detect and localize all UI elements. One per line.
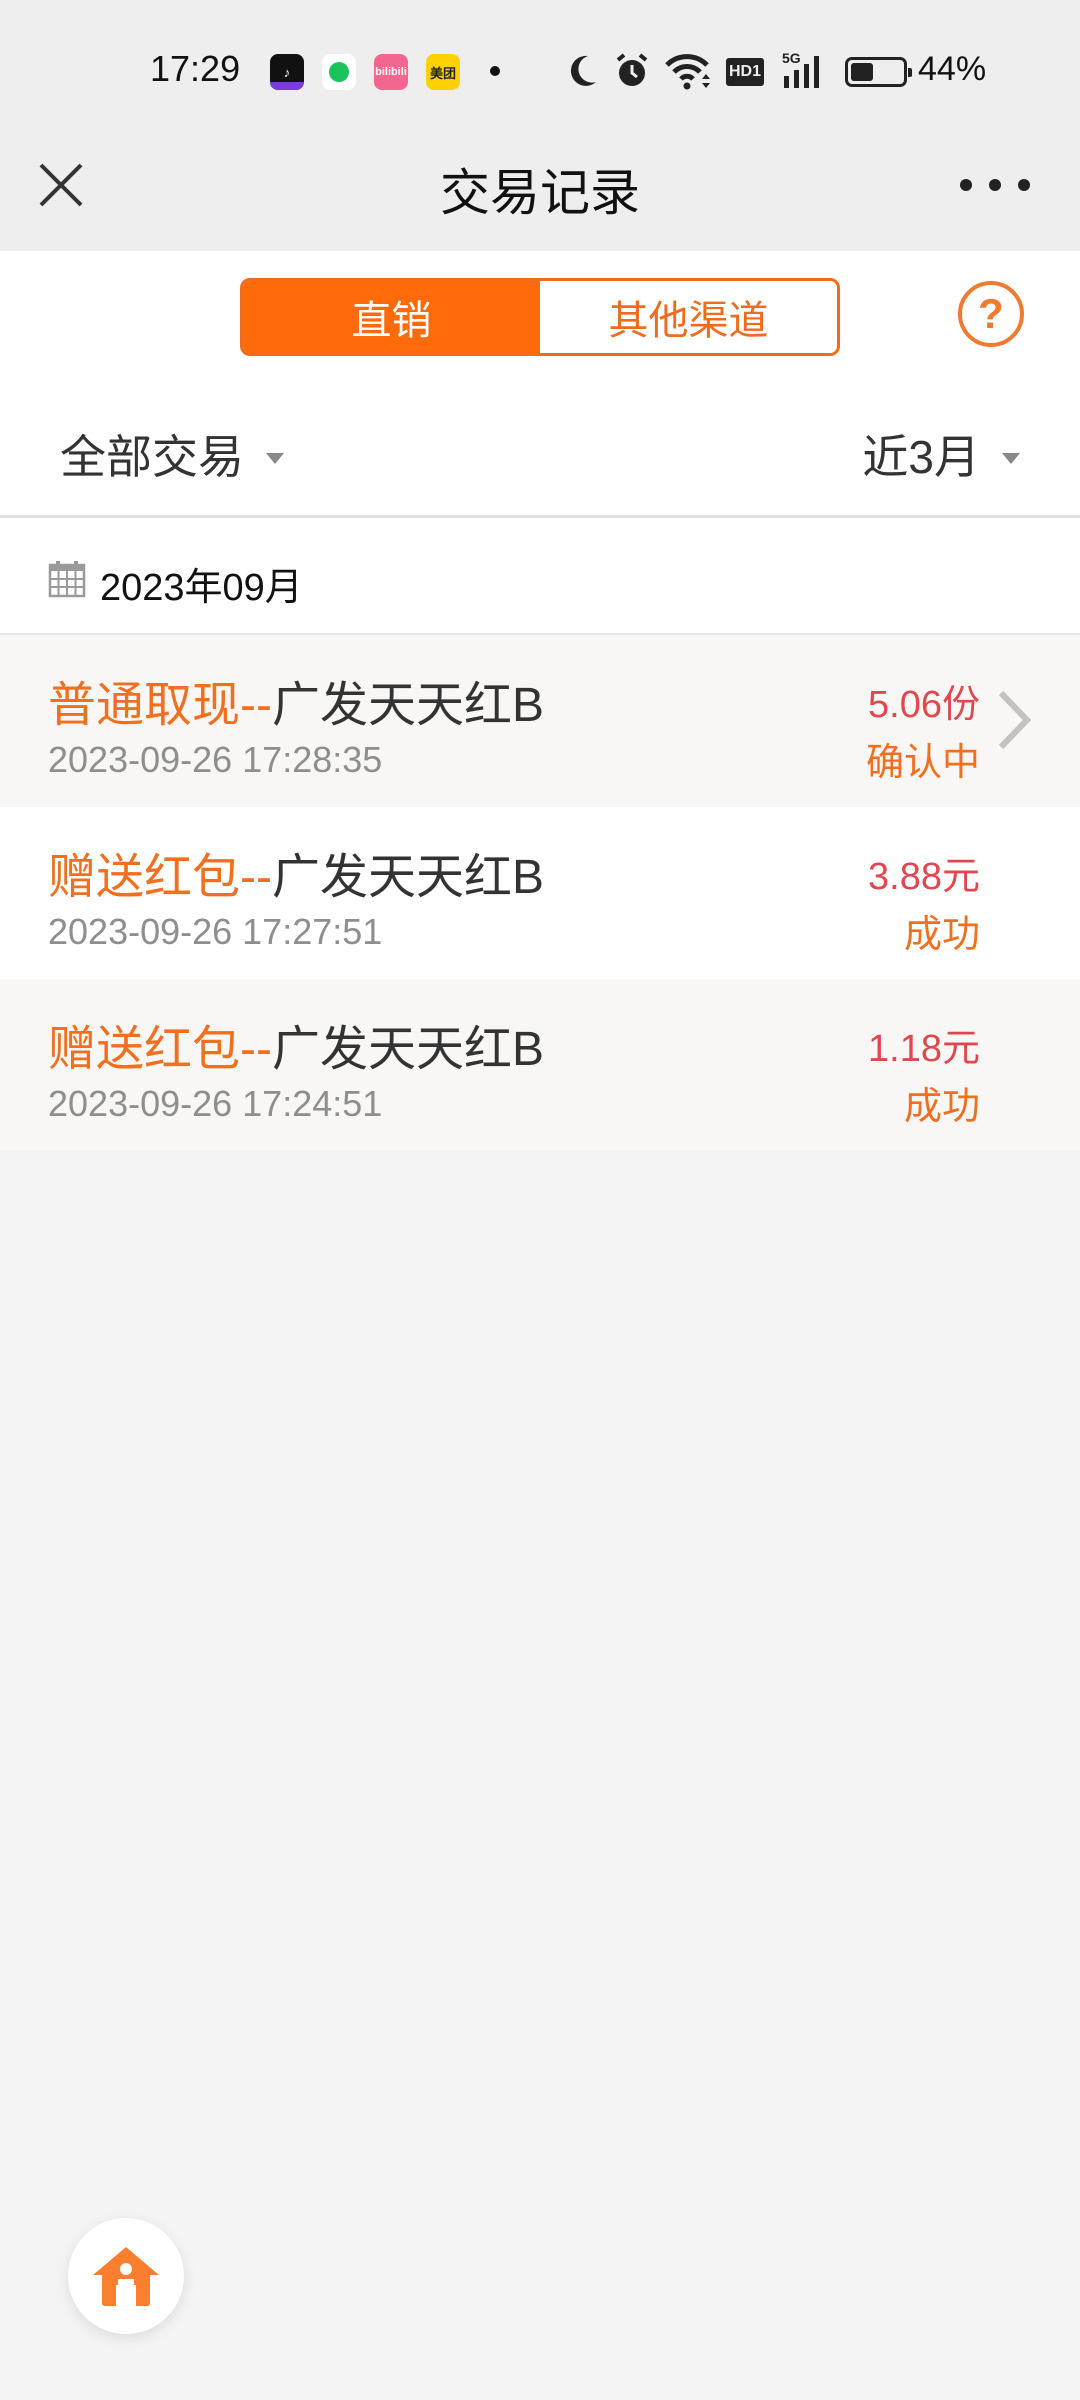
caret-down-icon [1002,452,1020,464]
fund-name: 广发天天红B [271,1023,545,1076]
home-button[interactable] [68,2218,184,2334]
do-not-disturb-moon-icon [566,52,600,90]
channel-segmented-control: 直销 其他渠道 [240,278,840,356]
transaction-time: 2023-09-26 17:24:51 [48,1083,383,1124]
transaction-row[interactable]: 赠送红包--广发天天红B 2023-09-26 17:27:51 3.88元 成… [0,807,1080,979]
help-question-icon: ? [978,290,1004,337]
fund-name: 广发天天红B [271,679,545,732]
transaction-title: 普通取现--广发天天红B [48,665,544,735]
wifi-icon [664,52,710,90]
transaction-type-label: 全部交易 [60,431,244,483]
transaction-status: 成功 [903,914,980,956]
transaction-type: 普通取现-- [48,679,272,732]
tiktok-icon: ♪ [270,54,304,90]
caret-down-icon [266,452,284,464]
transaction-amount: 5.06份 [868,684,980,726]
transaction-title: 赠送红包--广发天天红B [48,1009,544,1079]
battery-percent: 44% [918,50,987,88]
home-icon [93,2247,159,2306]
help-button[interactable]: ? [958,281,1024,347]
chevron-right-icon [998,690,1032,750]
more-dot-icon [989,179,1001,191]
alarm-icon [614,52,650,90]
nav-bar: 交易记录 [0,125,1080,251]
transaction-row[interactable]: 赠送红包--广发天天红B 2023-09-26 17:24:51 1.18元 成… [0,979,1080,1151]
period-label: 近3月 [862,431,980,483]
svg-text:5G: 5G [782,50,801,66]
cellular-signal-icon: 5G [782,50,834,90]
hd-network-icon: HD1 [726,58,764,86]
filter-bar: 全部交易 近3月 [0,391,1080,518]
month-label: 2023年09月 [100,567,303,609]
transaction-amount: 3.88元 [868,856,980,898]
transaction-status: 确认中 [865,742,980,784]
status-time: 17:29 [150,48,241,89]
tab-direct-sales[interactable]: 直销 [243,281,540,353]
transaction-amount: 1.18元 [868,1028,980,1070]
meituan-icon: 美团 [426,54,460,90]
calendar-icon [48,561,86,598]
transaction-type: 赠送红包-- [48,851,272,904]
bilibili-icon: bilibili [374,54,408,90]
transaction-time: 2023-09-26 17:28:35 [48,739,383,780]
battery-icon [845,57,912,87]
transaction-type-dropdown[interactable]: 全部交易 [60,421,284,487]
tab-other-channels[interactable]: 其他渠道 [540,281,837,353]
green-app-icon [322,54,356,90]
channel-tab-area: 直销 其他渠道 ? [0,251,1080,391]
transaction-time: 2023-09-26 17:27:51 [48,911,383,952]
transaction-title: 赠送红包--广发天天红B [48,837,544,907]
more-notifications-dot-icon [490,66,500,76]
more-dot-icon [960,179,972,191]
page-title: 交易记录 [440,165,640,221]
fund-name: 广发天天红B [271,851,545,904]
month-group-header: 2023年09月 [0,518,1080,635]
period-dropdown[interactable]: 近3月 [862,421,1020,487]
more-button[interactable] [960,165,1030,205]
more-dot-icon [1018,179,1030,191]
transaction-status: 成功 [903,1086,980,1128]
transaction-row[interactable]: 普通取现--广发天天红B 2023-09-26 17:28:35 5.06份 确… [0,635,1080,807]
status-bar: 17:29 ♪ bilibili 美团 HD1 5G 44% [0,0,1080,125]
transaction-type: 赠送红包-- [48,1023,272,1076]
